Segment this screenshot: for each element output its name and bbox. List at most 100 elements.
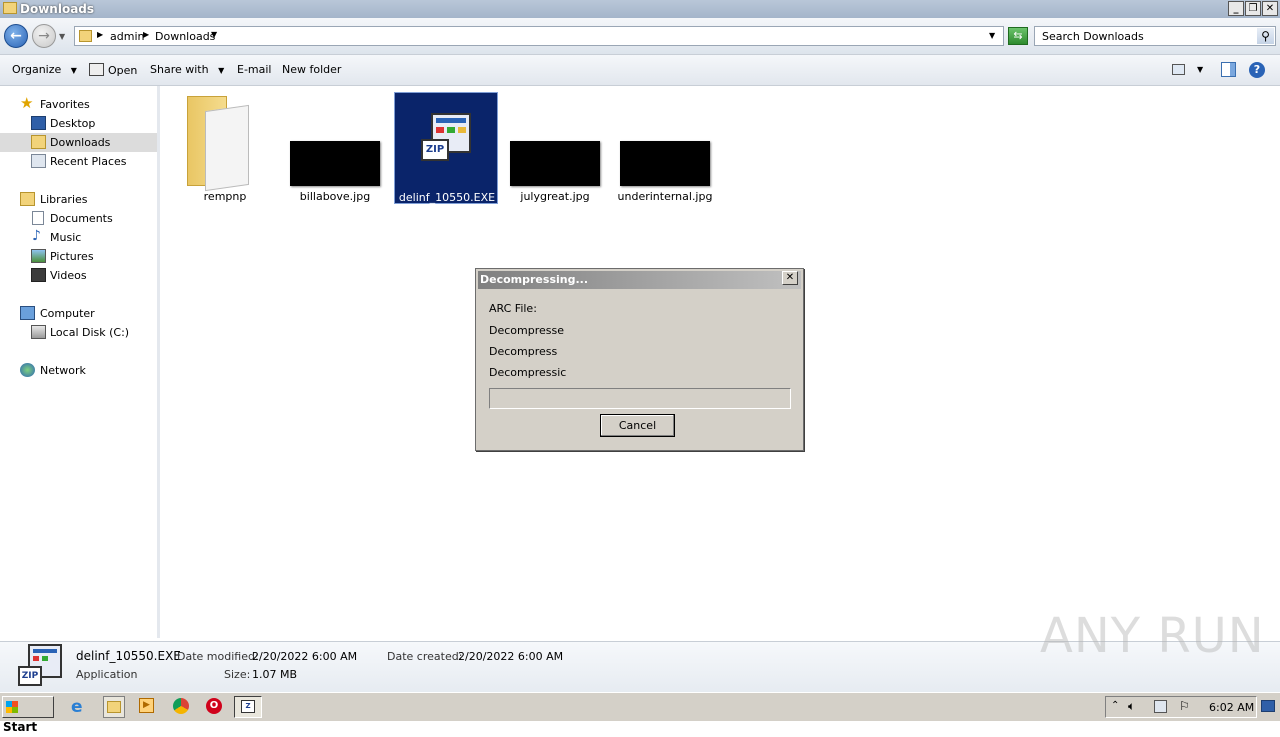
size-value: 1.07 MB <box>252 668 298 681</box>
documents-icon <box>32 211 44 225</box>
file-name: julygreat.jpg <box>520 190 590 203</box>
internet-explorer-icon[interactable]: e <box>71 698 89 716</box>
address-bar: ← → ▼ ▶ admin ▶ Downloads ▼ ▼ ⇆ Search D… <box>0 18 1280 55</box>
sidebar-item-label: Desktop <box>50 117 96 130</box>
progress-bar <box>489 388 791 409</box>
detail-file-name: delinf_10550.EXE <box>76 649 181 663</box>
file-item-julygreat[interactable]: julygreat.jpg <box>503 92 607 204</box>
downloads-folder-icon <box>31 135 46 149</box>
help-icon[interactable]: ? <box>1249 62 1265 78</box>
sidebar-item-label: Network <box>40 364 86 377</box>
maximize-button[interactable]: ❐ <box>1245 1 1261 16</box>
watermark: ANY RUN <box>1040 608 1265 664</box>
show-desktop-icon[interactable] <box>1261 700 1275 712</box>
sidebar-item-label: Favorites <box>40 98 90 111</box>
sidebar-item-videos[interactable]: Videos <box>0 266 157 285</box>
dialog-title-bar[interactable]: Decompressing... <box>478 271 801 289</box>
file-item-underinternal[interactable]: underinternal.jpg <box>613 92 717 204</box>
star-icon: ★ <box>20 94 34 112</box>
sidebar-item-label: Videos <box>50 269 87 282</box>
sidebar-item-label: Local Disk (C:) <box>50 326 130 339</box>
chevron-down-icon: ▼ <box>218 66 225 75</box>
sidebar-item-documents[interactable]: Documents <box>0 209 157 228</box>
sidebar-item-downloads[interactable]: Downloads <box>0 133 157 152</box>
chevron-right-icon[interactable]: ▼ <box>211 30 217 39</box>
close-button[interactable]: ✕ <box>1262 1 1278 16</box>
zip-app-icon[interactable]: Z <box>234 696 262 718</box>
view-dropdown-icon[interactable]: ▼ <box>1197 65 1203 74</box>
file-item-rempnp[interactable]: rempnp <box>173 92 277 204</box>
clock[interactable]: 6:02 AM <box>1209 701 1254 714</box>
show-hidden-icons-icon[interactable]: ⌃ <box>1111 700 1119 711</box>
chevron-down-icon: ▼ <box>70 66 77 75</box>
window-title-bar[interactable]: Downloads _ ❐ ✕ <box>0 0 1280 18</box>
new-folder-button[interactable]: New folder <box>282 63 341 76</box>
start-label: Start <box>3 720 38 734</box>
chrome-icon[interactable] <box>173 698 189 714</box>
cancel-button[interactable]: Cancel <box>600 414 675 437</box>
media-player-icon[interactable]: ▶ <box>139 698 154 713</box>
breadcrumb-admin[interactable]: admin <box>110 30 144 43</box>
file-name: billabove.jpg <box>299 190 371 203</box>
forward-button[interactable]: → <box>32 24 56 48</box>
sidebar-item-label: Downloads <box>50 136 111 149</box>
sidebar-item-computer[interactable]: Computer <box>0 304 157 323</box>
computer-icon <box>20 306 35 320</box>
window-title: Downloads <box>20 2 95 16</box>
refresh-icon[interactable]: ⇆ <box>1008 27 1028 45</box>
sidebar-item-pictures[interactable]: Pictures <box>0 247 157 266</box>
preview-pane-icon[interactable] <box>1221 62 1236 77</box>
sidebar-item-recent-places[interactable]: Recent Places <box>0 152 157 171</box>
sidebar-item-label: Computer <box>40 307 95 320</box>
zip-archive-icon: ZIP <box>18 644 64 690</box>
search-placeholder: Search Downloads <box>1042 30 1144 43</box>
file-name: rempnp <box>203 190 247 203</box>
dialog-close-button[interactable]: ✕ <box>782 271 798 285</box>
chevron-right-icon[interactable]: ▶ <box>97 30 103 39</box>
taskbar: Start e ▶ O Z ⌃ 🔈︎ ⚐ 6:02 AM <box>0 692 1280 734</box>
open-label: Open <box>108 64 138 77</box>
file-item-delinf[interactable]: ZIP delinf_10550.EXE <box>394 92 498 204</box>
system-tray: ⌃ 🔈︎ ⚐ 6:02 AM <box>1105 696 1257 718</box>
search-icon[interactable]: ⚲ <box>1257 28 1274 44</box>
network-icon <box>20 363 35 377</box>
minimize-button[interactable]: _ <box>1228 1 1244 16</box>
chevron-right-icon[interactable]: ▶ <box>143 30 149 39</box>
sidebar-item-label: Pictures <box>50 250 94 263</box>
recent-places-icon <box>31 154 46 168</box>
address-dropdown-icon[interactable]: ▼ <box>989 31 995 40</box>
status-line-2: Decompress <box>489 345 558 358</box>
folder-icon <box>187 96 251 192</box>
sidebar-item-local-disk[interactable]: Local Disk (C:) <box>0 323 157 342</box>
explorer-icon[interactable] <box>103 696 125 718</box>
start-button[interactable]: Start <box>2 696 54 734</box>
volume-icon[interactable]: 🔈︎ <box>1128 699 1135 714</box>
opera-icon[interactable]: O <box>206 698 222 714</box>
open-app-icon <box>89 63 104 76</box>
date-modified-label: Date modified: <box>177 650 259 663</box>
sidebar-item-label: Music <box>50 231 82 244</box>
sidebar-item-libraries[interactable]: Libraries <box>0 190 157 209</box>
sidebar-item-desktop[interactable]: Desktop <box>0 114 157 133</box>
sidebar-item-favorites[interactable]: ★ Favorites <box>0 94 157 114</box>
back-button[interactable]: ← <box>4 24 28 48</box>
action-center-flag-icon[interactable]: ⚐ <box>1179 699 1190 713</box>
breadcrumb-downloads[interactable]: Downloads <box>155 30 215 43</box>
date-created-label: Date created: <box>387 650 463 663</box>
organize-button[interactable]: Organize ▼ <box>12 63 77 76</box>
history-dropdown-icon[interactable]: ▼ <box>59 32 65 41</box>
sidebar-item-music[interactable]: ♪ Music <box>0 228 157 247</box>
sidebar-item-network[interactable]: Network <box>0 361 157 380</box>
share-with-button[interactable]: Share with ▼ <box>150 63 224 76</box>
file-item-billabove[interactable]: billabove.jpg <box>283 92 387 204</box>
size-label: Size: <box>224 668 251 681</box>
search-input[interactable]: Search Downloads ⚲ <box>1034 26 1276 46</box>
address-input[interactable]: ▶ admin ▶ Downloads ▼ ▼ <box>74 26 1004 46</box>
open-button[interactable]: Open <box>89 63 137 77</box>
dialog-title: Decompressing... <box>480 273 588 286</box>
email-button[interactable]: E-mail <box>237 63 272 76</box>
command-bar: Organize ▼ Open Share with ▼ E-mail New … <box>0 55 1280 86</box>
network-status-icon[interactable] <box>1154 700 1167 713</box>
change-view-icon[interactable] <box>1172 64 1185 75</box>
sidebar-item-label: Recent Places <box>50 155 127 168</box>
